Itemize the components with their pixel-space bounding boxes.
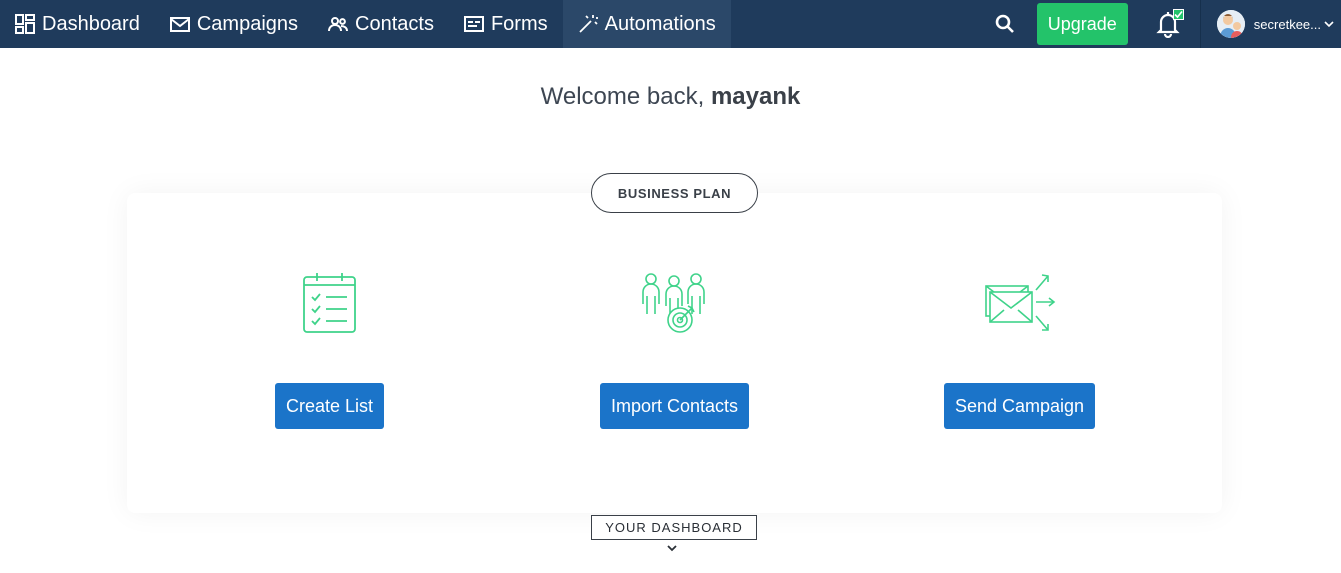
search-icon <box>995 14 1014 33</box>
chevron-down-icon[interactable] <box>665 544 679 554</box>
your-dashboard-toggle[interactable]: YOUR DASHBOARD <box>591 515 757 540</box>
nav-item-label: Campaigns <box>196 12 299 35</box>
nav-item-campaigns[interactable]: Campaigns <box>155 0 313 48</box>
import-contacts-button[interactable]: Import Contacts <box>600 383 749 429</box>
create-list-button[interactable]: Create List <box>275 383 384 429</box>
top-navigation-bar: Dashboard Campaigns Contacts Forms Autom… <box>0 0 1341 48</box>
notification-check-badge <box>1172 9 1184 20</box>
plan-badge: BUSINESS PLAN <box>591 173 758 213</box>
people-icon <box>328 17 349 32</box>
nav-item-label: Contacts <box>355 12 434 35</box>
send-envelopes-icon <box>985 274 1056 331</box>
notifications-button[interactable] <box>1146 0 1190 48</box>
nav-item-label: Forms <box>490 12 548 35</box>
checklist-clipboard-icon <box>303 273 356 333</box>
nav-item-dashboard[interactable]: Dashboard <box>0 0 155 48</box>
check-icon <box>1174 10 1183 19</box>
nav-item-automations[interactable]: Automations <box>562 0 731 48</box>
user-avatar-icon <box>1216 10 1245 38</box>
target-audience-icon <box>642 273 705 333</box>
nav-item-contacts[interactable]: Contacts <box>313 0 449 48</box>
avatar <box>1216 10 1245 38</box>
welcome-prefix: Welcome back, <box>540 83 705 110</box>
nav-item-label: Dashboard <box>42 12 140 35</box>
send-campaign-button[interactable]: Send Campaign <box>944 383 1095 429</box>
form-icon <box>463 16 484 32</box>
user-menu[interactable]: secretkee... <box>1201 0 1341 48</box>
dashboard-grid-icon <box>15 14 35 34</box>
magic-wand-icon <box>578 15 598 33</box>
nav-item-label: Automations <box>604 12 716 35</box>
chevron-down-icon <box>1324 21 1334 28</box>
main-nav: Dashboard Campaigns Contacts Forms Autom… <box>0 0 731 48</box>
nav-item-forms[interactable]: Forms <box>449 0 563 48</box>
welcome-heading: Welcome back, mayank <box>0 83 1341 111</box>
header-actions: Upgrade secretkee... <box>983 0 1341 48</box>
search-button[interactable] <box>983 0 1027 48</box>
quick-actions-card <box>127 193 1222 513</box>
welcome-username: mayank <box>710 83 801 110</box>
username-label: secretkee... <box>1253 16 1321 32</box>
envelope-icon <box>169 17 190 32</box>
upgrade-button[interactable]: Upgrade <box>1036 3 1128 45</box>
